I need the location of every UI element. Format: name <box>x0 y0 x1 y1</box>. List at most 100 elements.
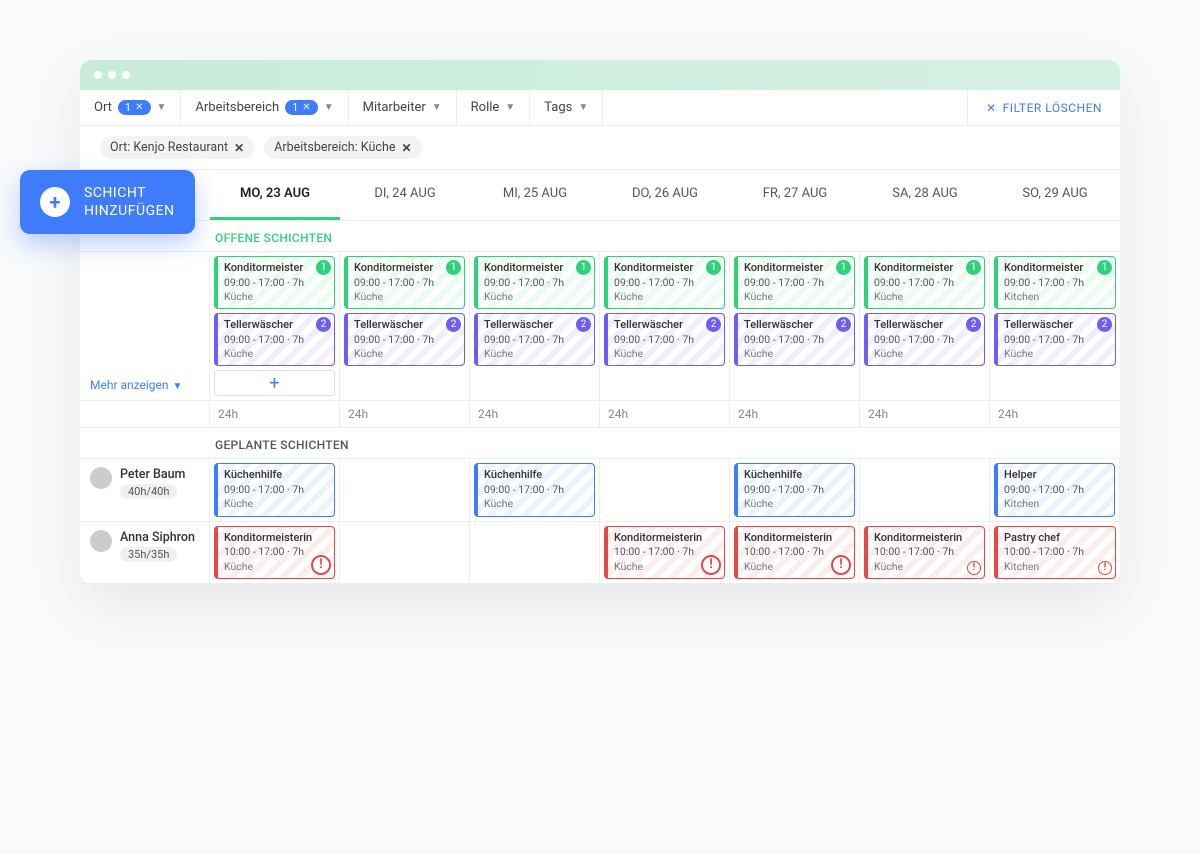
shift-role: Konditormeister <box>484 261 588 276</box>
shift-role: Konditormeister <box>744 261 848 276</box>
day-cell: Konditormeister09:00 - 17:00 · 7hKüche1T… <box>600 252 730 401</box>
shift-card[interactable]: Tellerwäscher09:00 - 17:00 · 7hKüche2 <box>214 313 335 366</box>
shift-card[interactable]: Konditormeister09:00 - 17:00 · 7hKitchen… <box>994 256 1116 309</box>
shift-role: Konditormeisterin <box>874 531 978 546</box>
shift-time: 09:00 - 17:00 · 7h <box>484 333 588 347</box>
day-tab[interactable]: MI, 25 AUG <box>470 170 600 220</box>
day-tab[interactable]: SA, 28 AUG <box>860 170 990 220</box>
shift-card[interactable]: Küchenhilfe09:00 - 17:00 · 7hKüche <box>214 463 335 516</box>
day-cell <box>600 459 730 521</box>
planned-shifts-grid: Peter Baum40h/40hKüchenhilfe09:00 - 17:0… <box>80 458 1120 583</box>
plus-circle-icon: + <box>40 187 70 217</box>
window-dot[interactable] <box>122 71 130 79</box>
shift-time: 09:00 - 17:00 · 7h <box>1004 333 1109 347</box>
day-tab[interactable]: DO, 26 AUG <box>600 170 730 220</box>
person-cell[interactable]: Anna Siphron35h/35h <box>80 522 210 584</box>
chip-bereich[interactable]: Arbeitsbereich: Küche ✕ <box>264 136 421 159</box>
count-badge: 1 <box>706 260 721 275</box>
shift-area: Küche <box>484 497 588 511</box>
close-icon[interactable]: ✕ <box>234 141 244 155</box>
filter-rolle[interactable]: Rolle ▼ <box>457 90 531 125</box>
day-tab[interactable]: DI, 24 AUG <box>340 170 470 220</box>
day-total: 24h <box>470 401 600 427</box>
shift-area: Küche <box>224 497 328 511</box>
totals-row: 24h24h24h24h24h24h24h <box>80 401 1120 428</box>
chip-ort[interactable]: Ort: Kenjo Restaurant ✕ <box>100 136 254 159</box>
filter-arbeitsbereich[interactable]: Arbeitsbereich 1✕ ▼ <box>181 90 348 125</box>
avatar <box>90 530 112 552</box>
count-badge: 1 <box>966 260 981 275</box>
shift-role: Konditormeister <box>224 261 328 276</box>
shift-card[interactable]: Tellerwäscher09:00 - 17:00 · 7hKüche2 <box>734 313 855 366</box>
add-shift-cell-button[interactable]: + <box>214 370 335 396</box>
count-badge: 1 <box>1097 260 1112 275</box>
shift-role: Tellerwäscher <box>224 318 328 333</box>
count-badge: 1 <box>836 260 851 275</box>
shift-card[interactable]: Küchenhilfe09:00 - 17:00 · 7hKüche <box>474 463 595 516</box>
day-tab[interactable]: FR, 27 AUG <box>730 170 860 220</box>
filter-ort[interactable]: Ort 1✕ ▼ <box>80 90 181 125</box>
filter-mitarbeiter[interactable]: Mitarbeiter ▼ <box>349 90 457 125</box>
day-total: 24h <box>730 401 860 427</box>
shift-time: 09:00 - 17:00 · 7h <box>224 333 328 347</box>
day-cell: Konditormeister09:00 - 17:00 · 7hKitchen… <box>990 252 1120 401</box>
day-tab[interactable]: SO, 29 AUG <box>990 170 1120 220</box>
shift-area: Küche <box>744 347 848 361</box>
shift-time: 09:00 - 17:00 · 7h <box>484 276 588 290</box>
day-cell: Konditormeisterin10:00 - 17:00 · 7hKüche… <box>730 522 860 584</box>
filter-tags[interactable]: Tags ▼ <box>530 90 603 125</box>
person-name: Anna Siphron <box>120 530 195 545</box>
shift-card[interactable]: Konditormeister09:00 - 17:00 · 7hKüche1 <box>864 256 985 309</box>
filter-bereich-label: Arbeitsbereich <box>195 100 279 115</box>
shift-area: Küche <box>744 497 848 511</box>
day-tab[interactable]: MO, 23 AUG <box>210 170 340 220</box>
count-badge: 2 <box>446 317 461 332</box>
shift-role: Küchenhilfe <box>744 468 848 483</box>
count-badge: 1 <box>446 260 461 275</box>
day-tabs: MO, 23 AUGDI, 24 AUGMI, 25 AUGDO, 26 AUG… <box>80 170 1120 221</box>
day-total: 24h <box>210 401 340 427</box>
day-cell: Konditormeister09:00 - 17:00 · 7hKüche1T… <box>730 252 860 401</box>
shift-area: Kitchen <box>1004 560 1109 574</box>
shift-card[interactable]: Pastry chef10:00 - 17:00 · 7hKitchen! <box>994 526 1116 579</box>
shift-card[interactable]: Konditormeisterin10:00 - 17:00 · 7hKüche… <box>604 526 725 579</box>
shift-role: Tellerwäscher <box>744 318 848 333</box>
shift-card[interactable]: Konditormeister09:00 - 17:00 · 7hKüche1 <box>344 256 465 309</box>
day-cell: Konditormeister09:00 - 17:00 · 7hKüche1T… <box>470 252 600 401</box>
window-dot[interactable] <box>108 71 116 79</box>
person-cell[interactable]: Peter Baum40h/40h <box>80 459 210 521</box>
shift-card[interactable]: Tellerwäscher09:00 - 17:00 · 7hKüche2 <box>474 313 595 366</box>
shift-role: Tellerwäscher <box>1004 318 1109 333</box>
app-window: + SCHICHT HINZUFÜGEN Ort 1✕ ▼ Arbeitsber… <box>80 60 1120 584</box>
shift-role: Küchenhilfe <box>224 468 328 483</box>
shift-area: Küche <box>484 347 588 361</box>
alert-icon: ! <box>701 555 721 575</box>
shift-card[interactable]: Küchenhilfe09:00 - 17:00 · 7hKüche <box>734 463 855 516</box>
day-cell: Küchenhilfe09:00 - 17:00 · 7hKüche <box>730 459 860 521</box>
shift-card[interactable]: Konditormeister09:00 - 17:00 · 7hKüche1 <box>214 256 335 309</box>
shift-card[interactable]: Tellerwäscher09:00 - 17:00 · 7hKüche2 <box>344 313 465 366</box>
close-icon[interactable]: ✕ <box>401 141 411 155</box>
window-dot[interactable] <box>94 71 102 79</box>
shift-card[interactable]: Tellerwäscher09:00 - 17:00 · 7hKüche2 <box>994 313 1116 366</box>
shift-card[interactable]: Konditormeister09:00 - 17:00 · 7hKüche1 <box>734 256 855 309</box>
chevron-down-icon: ▼ <box>432 102 442 113</box>
shift-card[interactable]: Konditormeisterin10:00 - 17:00 · 7hKüche… <box>734 526 855 579</box>
shift-card[interactable]: Helper09:00 - 17:00 · 7hKitchen <box>994 463 1115 516</box>
close-icon: ✕ <box>986 101 997 115</box>
day-cell <box>340 459 470 521</box>
clear-filters-button[interactable]: ✕ FILTER LÖSCHEN <box>967 90 1120 125</box>
shift-card[interactable]: Konditormeister09:00 - 17:00 · 7hKüche1 <box>604 256 725 309</box>
add-shift-button[interactable]: + SCHICHT HINZUFÜGEN <box>20 170 195 234</box>
shift-card[interactable]: Tellerwäscher09:00 - 17:00 · 7hKüche2 <box>864 313 985 366</box>
shift-card[interactable]: Tellerwäscher09:00 - 17:00 · 7hKüche2 <box>604 313 725 366</box>
shift-card[interactable]: Konditormeisterin10:00 - 17:00 · 7hKüche… <box>864 526 985 579</box>
shift-area: Küche <box>354 347 458 361</box>
shift-time: 09:00 - 17:00 · 7h <box>224 483 328 497</box>
show-more-link[interactable]: Mehr anzeigen ▼ <box>80 252 210 401</box>
shift-time: 09:00 - 17:00 · 7h <box>744 333 848 347</box>
shift-time: 09:00 - 17:00 · 7h <box>874 333 978 347</box>
shift-time: 10:00 - 17:00 · 7h <box>874 545 978 559</box>
shift-card[interactable]: Konditormeisterin10:00 - 17:00 · 7hKüche… <box>214 526 335 579</box>
shift-card[interactable]: Konditormeister09:00 - 17:00 · 7hKüche1 <box>474 256 595 309</box>
